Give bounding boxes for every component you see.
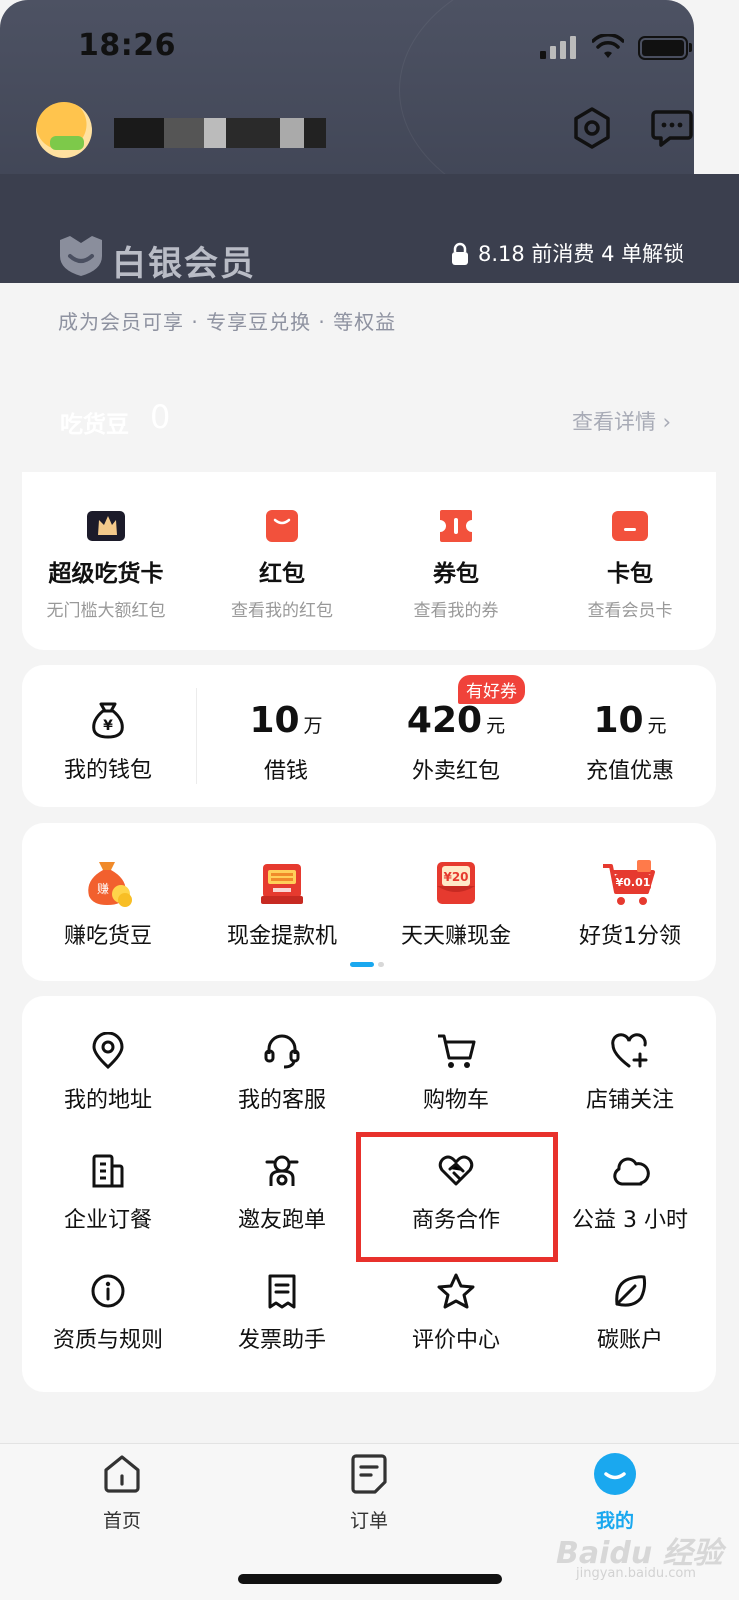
order-icon bbox=[347, 1452, 391, 1496]
good-coupon-badge: 有好券 bbox=[458, 675, 525, 704]
heart-plus-icon bbox=[544, 1032, 716, 1070]
takeout-red-packet-item[interactable]: 420 元 外卖红包 bbox=[370, 700, 542, 785]
cloud-icon bbox=[544, 1152, 716, 1190]
member-unlock-text: 8.18 前消费 4 单解锁 bbox=[478, 242, 685, 266]
daily-cash-item[interactable]: ¥20 天天赚现金 bbox=[370, 858, 542, 950]
member-badge-icon bbox=[56, 234, 106, 282]
leaf-icon bbox=[544, 1272, 716, 1310]
penny-deal-item[interactable]: ¥0.01 好货1分领 bbox=[544, 858, 716, 950]
headset-icon bbox=[196, 1032, 368, 1070]
svg-text:¥20: ¥20 bbox=[443, 870, 468, 884]
red-packet-icon bbox=[196, 508, 368, 544]
view-details-link[interactable]: 查看详情 › bbox=[572, 406, 671, 436]
card-wallet-icon bbox=[544, 508, 716, 544]
nav-profile[interactable]: 我的 bbox=[555, 1452, 675, 1533]
receipt-icon bbox=[196, 1272, 368, 1310]
atm-icon bbox=[196, 858, 368, 908]
shopping-cart-gift-icon: ¥0.01 bbox=[544, 858, 716, 908]
nav-orders[interactable]: 订单 bbox=[309, 1452, 429, 1533]
location-pin-icon bbox=[22, 1032, 194, 1070]
member-title: 白银会员 bbox=[112, 244, 256, 284]
watermark-url: jingyan.baidu.com bbox=[576, 1566, 696, 1581]
charity-hours-item[interactable]: 公益 3 小时 bbox=[544, 1152, 716, 1234]
avatar[interactable] bbox=[36, 102, 92, 158]
qualifications-rules-item[interactable]: 资质与规则 bbox=[22, 1272, 194, 1354]
coupon-item[interactable]: 券包 查看我的券 bbox=[370, 508, 542, 621]
invite-rider-item[interactable]: 邀友跑单 bbox=[196, 1152, 368, 1234]
profile-icon bbox=[593, 1452, 637, 1496]
my-wallet-item[interactable]: ¥ 我的钱包 bbox=[22, 700, 194, 784]
super-card-icon bbox=[20, 508, 192, 544]
building-icon bbox=[22, 1152, 194, 1190]
money-bag-outline-icon: ¥ bbox=[22, 700, 194, 740]
svg-text:¥: ¥ bbox=[103, 718, 113, 734]
shopping-cart-item[interactable]: 购物车 bbox=[370, 1032, 542, 1114]
status-time: 18:26 bbox=[78, 28, 176, 63]
lock-icon bbox=[450, 242, 470, 270]
username-redacted bbox=[114, 118, 326, 148]
super-card-item[interactable]: 超级吃货卡 无门槛大额红包 bbox=[20, 508, 192, 621]
home-indicator bbox=[238, 1574, 502, 1584]
carbon-account-item[interactable]: 碳账户 bbox=[544, 1272, 716, 1354]
corporate-dining-item[interactable]: 企业订餐 bbox=[22, 1152, 194, 1234]
coupon-icon bbox=[370, 508, 542, 544]
rider-icon bbox=[196, 1152, 368, 1190]
earn-beans-item[interactable]: 赚 赚吃货豆 bbox=[22, 858, 194, 950]
cart-icon bbox=[370, 1032, 542, 1070]
followed-shops-item[interactable]: 店铺关注 bbox=[544, 1032, 716, 1114]
cash-envelope-icon: ¥20 bbox=[370, 858, 542, 908]
money-bag-icon: 赚 bbox=[22, 858, 194, 908]
review-center-item[interactable]: 评价中心 bbox=[370, 1272, 542, 1354]
svg-text:赚: 赚 bbox=[97, 881, 109, 896]
star-icon bbox=[370, 1272, 542, 1310]
nav-home[interactable]: 首页 bbox=[62, 1452, 182, 1533]
card-wallet-item[interactable]: 卡包 查看会员卡 bbox=[544, 508, 716, 621]
cash-atm-item[interactable]: 现金提款机 bbox=[196, 858, 368, 950]
my-address-item[interactable]: 我的地址 bbox=[22, 1032, 194, 1114]
info-icon bbox=[22, 1272, 194, 1310]
recharge-discount-item[interactable]: 10 元 充值优惠 bbox=[544, 700, 716, 785]
beans-label: 吃货豆 bbox=[60, 412, 129, 438]
page-indicator bbox=[350, 962, 384, 967]
highlight-box bbox=[356, 1132, 558, 1262]
beans-value: 0 bbox=[150, 398, 171, 436]
home-icon bbox=[100, 1452, 144, 1496]
loan-item[interactable]: 10 万 借钱 bbox=[200, 700, 372, 785]
member-benefits: 成为会员可享 · 专享豆兑换 · 等权益 bbox=[58, 310, 397, 334]
invoice-assistant-item[interactable]: 发票助手 bbox=[196, 1272, 368, 1354]
red-packet-item[interactable]: 红包 查看我的红包 bbox=[196, 508, 368, 621]
customer-service-item[interactable]: 我的客服 bbox=[196, 1032, 368, 1114]
svg-text:¥0.01: ¥0.01 bbox=[616, 876, 651, 889]
